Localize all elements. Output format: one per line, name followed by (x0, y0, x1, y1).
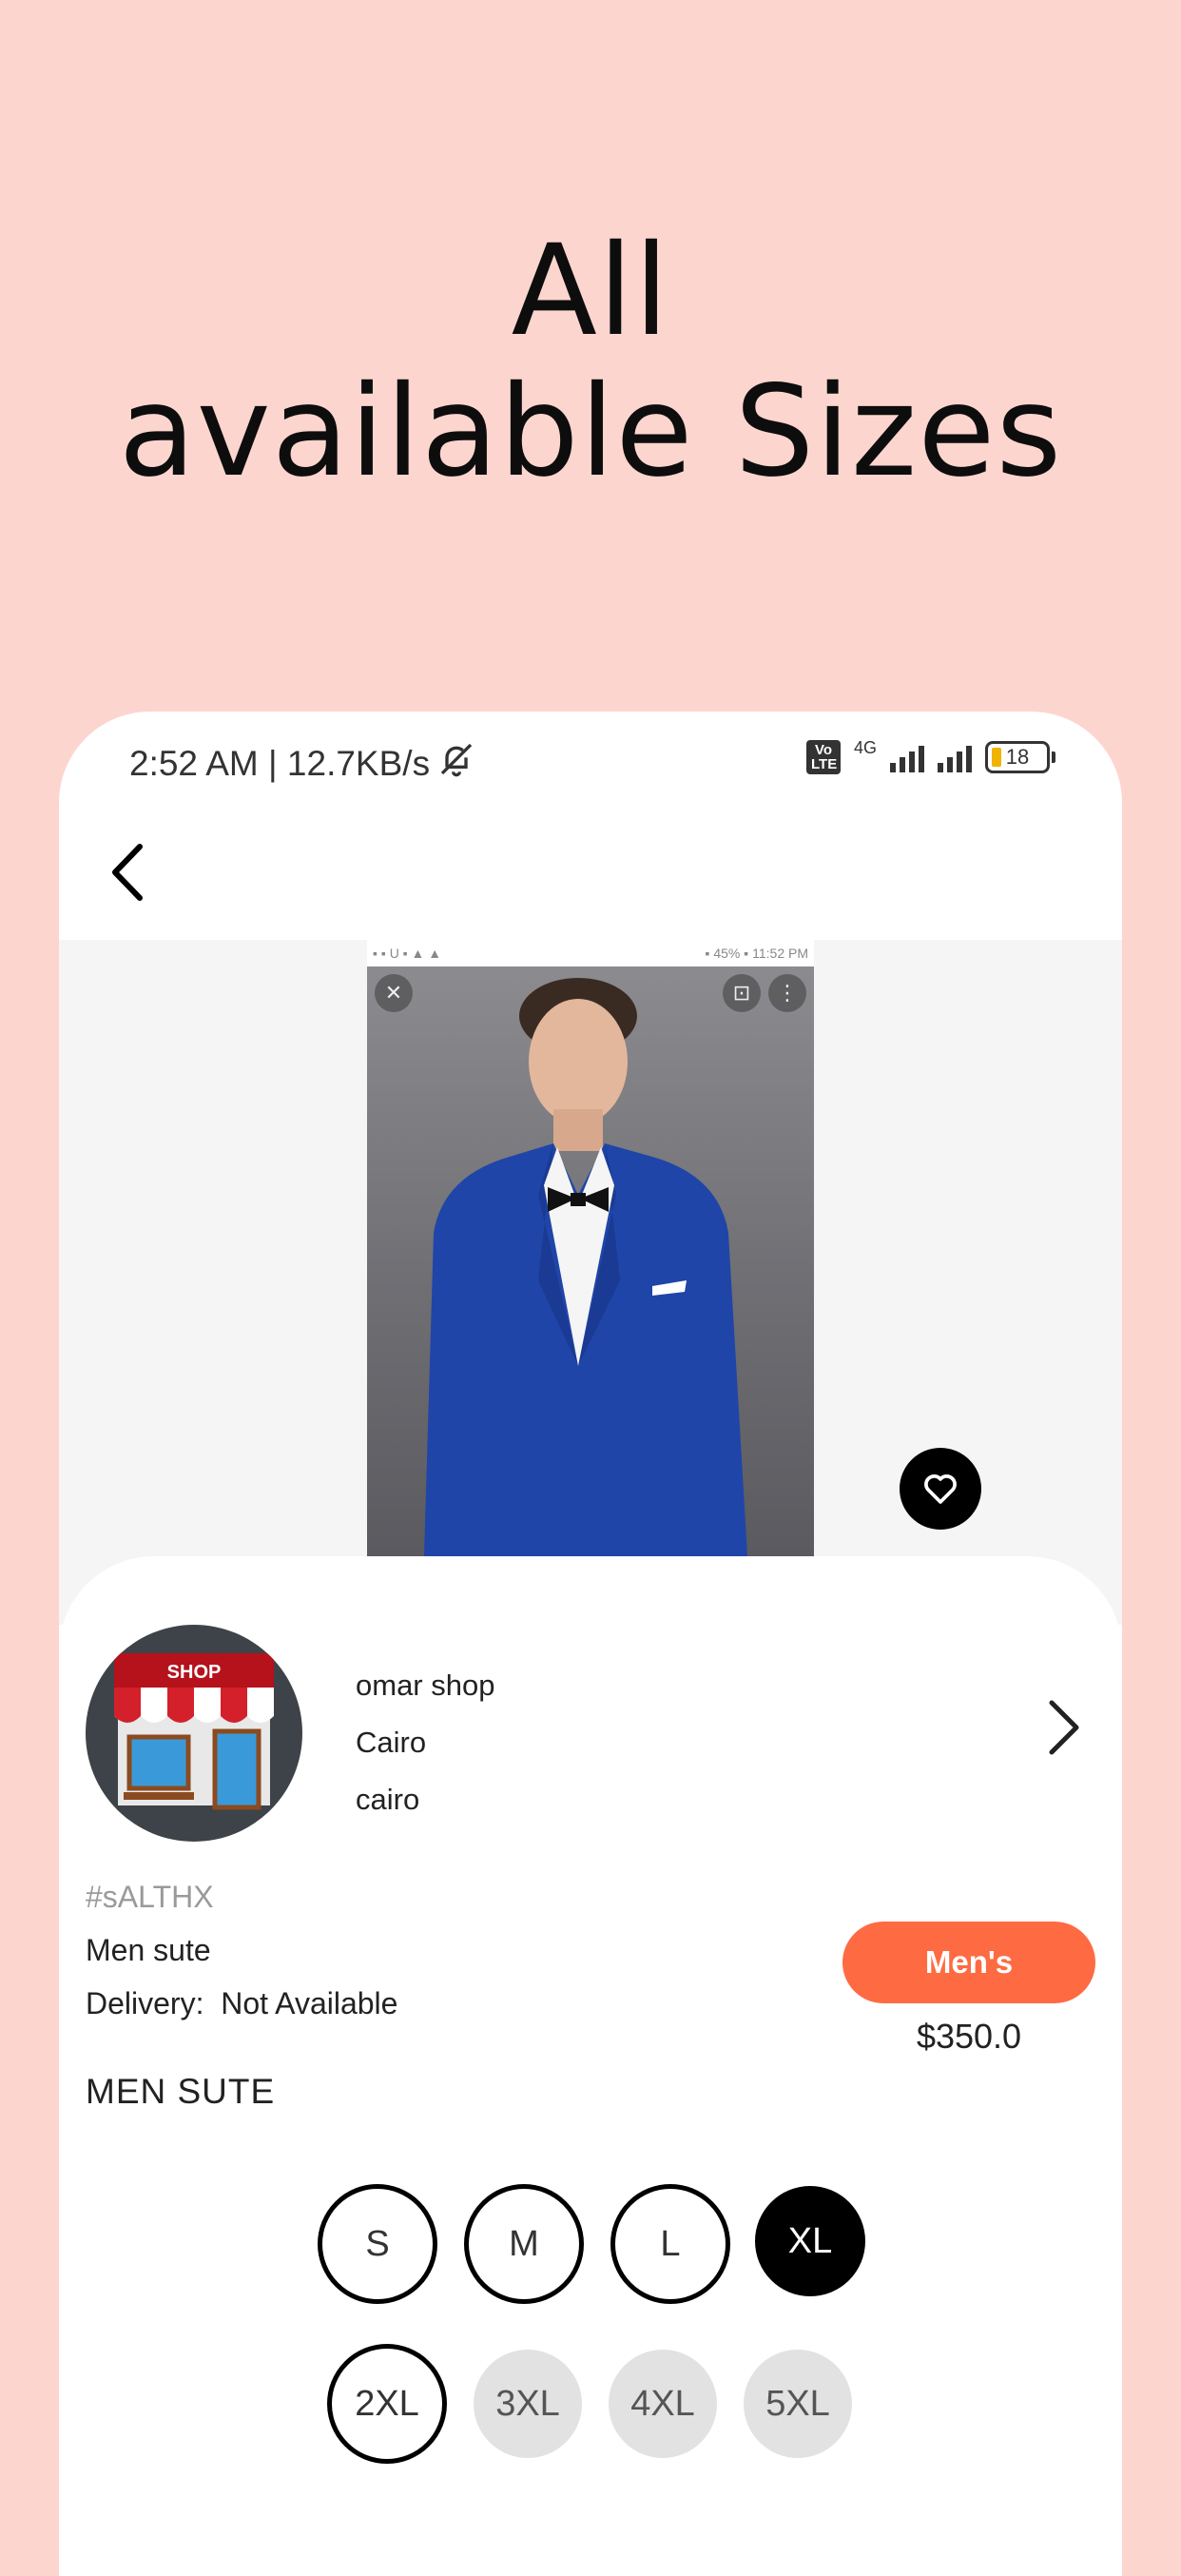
headline-line-2: available Sizes (118, 359, 1063, 505)
product-code: #sALTHX (86, 1880, 214, 1914)
shop-info[interactable]: omar shop Cairo cairo (356, 1657, 494, 1828)
size-option-l[interactable]: L (610, 2184, 730, 2304)
battery-level: 18 (1005, 745, 1030, 769)
size-option-m[interactable]: M (464, 2184, 584, 2304)
inner-status-bar: ▪ ▪ U ▪ ▲ ▲ ▪ 45% ▪ 11:52 PM (367, 940, 814, 966)
product-media: ▪ ▪ U ▪ ▲ ▲ ▪ 45% ▪ 11:52 PM ✕ ⊡ ⋮ (59, 940, 1122, 1625)
category-button[interactable]: Men's (842, 1922, 1095, 2003)
size-option-2xl[interactable]: 2XL (327, 2344, 447, 2464)
status-left: 2:52 AM | 12.7KB/s (129, 740, 475, 787)
shop-name: omar shop (356, 1669, 495, 1702)
shop-storefront-icon: SHOP (114, 1653, 274, 1810)
back-button[interactable] (93, 829, 160, 915)
volte-badge: Vo LTE (805, 740, 841, 774)
headline-line-1: All (511, 218, 670, 364)
shop-area: cairo (356, 1783, 420, 1816)
status-time-speed: 2:52 AM | 12.7KB/s (129, 743, 431, 783)
network-type: 4G (853, 738, 877, 757)
size-option-xl[interactable]: XL (755, 2186, 865, 2296)
favorite-button[interactable] (900, 1448, 981, 1530)
bell-off-icon (437, 740, 475, 787)
product-details-sheet: SHOP omar shop Cairo cairo #sALTHX Men s… (59, 1556, 1122, 2576)
model-illustration (424, 978, 747, 1556)
size-option-4xl[interactable]: 4XL (609, 2350, 717, 2458)
size-option-3xl[interactable]: 3XL (474, 2350, 582, 2458)
heart-icon (924, 1474, 957, 1504)
shop-sign: SHOP (167, 1662, 222, 1683)
status-bar: 2:52 AM | 12.7KB/s Vo LTE 4G 18 (59, 712, 1122, 807)
shop-details-button[interactable] (1046, 1699, 1084, 1761)
delivery-status: Delivery: Not Available (86, 1986, 398, 2020)
signal-icon-2 (938, 742, 972, 772)
product-price: $350.0 (916, 2017, 1022, 2056)
headline: All available Sizes (0, 221, 1181, 502)
product-image[interactable]: ▪ ▪ U ▪ ▲ ▲ ▪ 45% ▪ 11:52 PM ✕ ⊡ ⋮ (367, 940, 814, 1556)
battery-icon: 18 (985, 741, 1055, 773)
size-option-5xl[interactable]: 5XL (744, 2350, 852, 2458)
section-title: MEN SUTE (86, 2072, 276, 2111)
signal-icon (890, 742, 924, 772)
back-arrow-icon (112, 844, 143, 901)
shop-city: Cairo (356, 1726, 427, 1759)
inner-status-left: ▪ ▪ U ▪ ▲ ▲ (373, 946, 442, 961)
inner-status-right: ▪ 45% ▪ 11:52 PM (705, 946, 809, 961)
product-name: Men sute (86, 1933, 211, 1967)
chevron-right-icon (1049, 1700, 1079, 1755)
status-right: Vo LTE 4G 18 (805, 738, 1055, 774)
size-option-s[interactable]: S (318, 2184, 437, 2304)
phone-screen: 2:52 AM | 12.7KB/s Vo LTE 4G 18 ▪ ▪ U ▪ … (59, 712, 1122, 2576)
shop-avatar[interactable]: SHOP (86, 1625, 302, 1842)
